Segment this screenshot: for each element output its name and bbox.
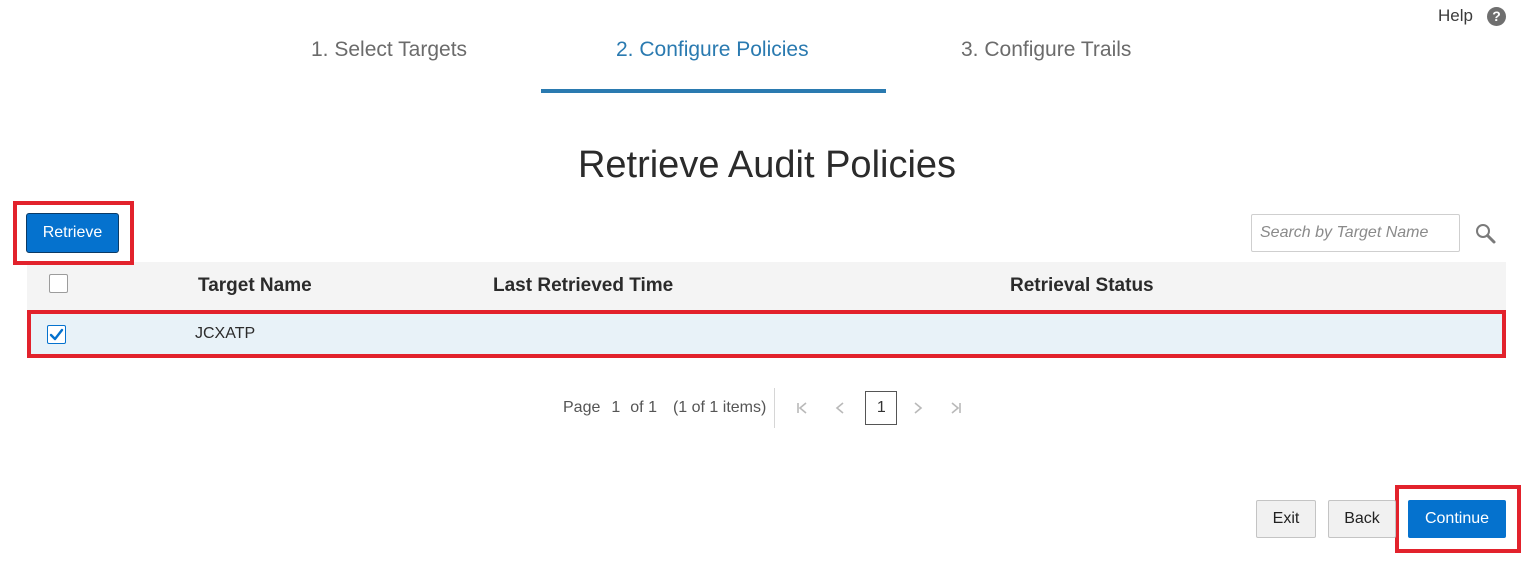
table-header: Target Name Last Retrieved Time Retrieva… xyxy=(27,262,1506,310)
search-icon[interactable] xyxy=(1474,222,1498,246)
page-number[interactable]: 1 xyxy=(611,399,620,417)
help-circle-icon[interactable]: ? xyxy=(1487,6,1506,26)
exit-button[interactable]: Exit xyxy=(1256,500,1316,538)
step-select-targets[interactable]: 1. Select Targets xyxy=(311,38,467,62)
select-all-checkbox[interactable] xyxy=(49,274,68,293)
column-header-retrieval-status[interactable]: Retrieval Status xyxy=(1010,275,1154,297)
highlight-box-retrieve xyxy=(13,201,134,265)
page-title: Retrieve Audit Policies xyxy=(577,144,957,186)
pagination: Page 1 of 1 (1 of 1 items) 1 xyxy=(563,388,981,428)
column-header-target-name[interactable]: Target Name xyxy=(198,275,312,297)
current-page-button[interactable]: 1 xyxy=(865,391,898,425)
active-step-indicator xyxy=(541,89,886,93)
previous-page-icon[interactable] xyxy=(827,391,853,425)
steps-train: 1. Select Targets 2. Configure Policies … xyxy=(0,28,1534,94)
highlight-box-row xyxy=(27,310,1506,358)
page-count: of 1 xyxy=(630,399,657,416)
help-label[interactable]: Help xyxy=(1438,6,1473,26)
search-input[interactable] xyxy=(1251,214,1460,252)
column-header-last-retrieved-time[interactable]: Last Retrieved Time xyxy=(493,275,673,297)
step-configure-policies[interactable]: 2. Configure Policies xyxy=(616,38,809,62)
help-link[interactable]: Help ? xyxy=(1438,6,1506,26)
page-label: Page xyxy=(563,399,601,416)
items-count: (1 of 1 items) xyxy=(672,399,767,416)
next-page-icon[interactable] xyxy=(905,391,931,425)
continue-button[interactable]: Continue xyxy=(1408,500,1506,538)
back-button[interactable]: Back xyxy=(1328,500,1396,538)
last-page-icon[interactable] xyxy=(943,391,969,425)
step-configure-trails[interactable]: 3. Configure Trails xyxy=(961,38,1131,62)
pagination-divider xyxy=(774,388,776,428)
first-page-icon[interactable] xyxy=(789,391,815,425)
